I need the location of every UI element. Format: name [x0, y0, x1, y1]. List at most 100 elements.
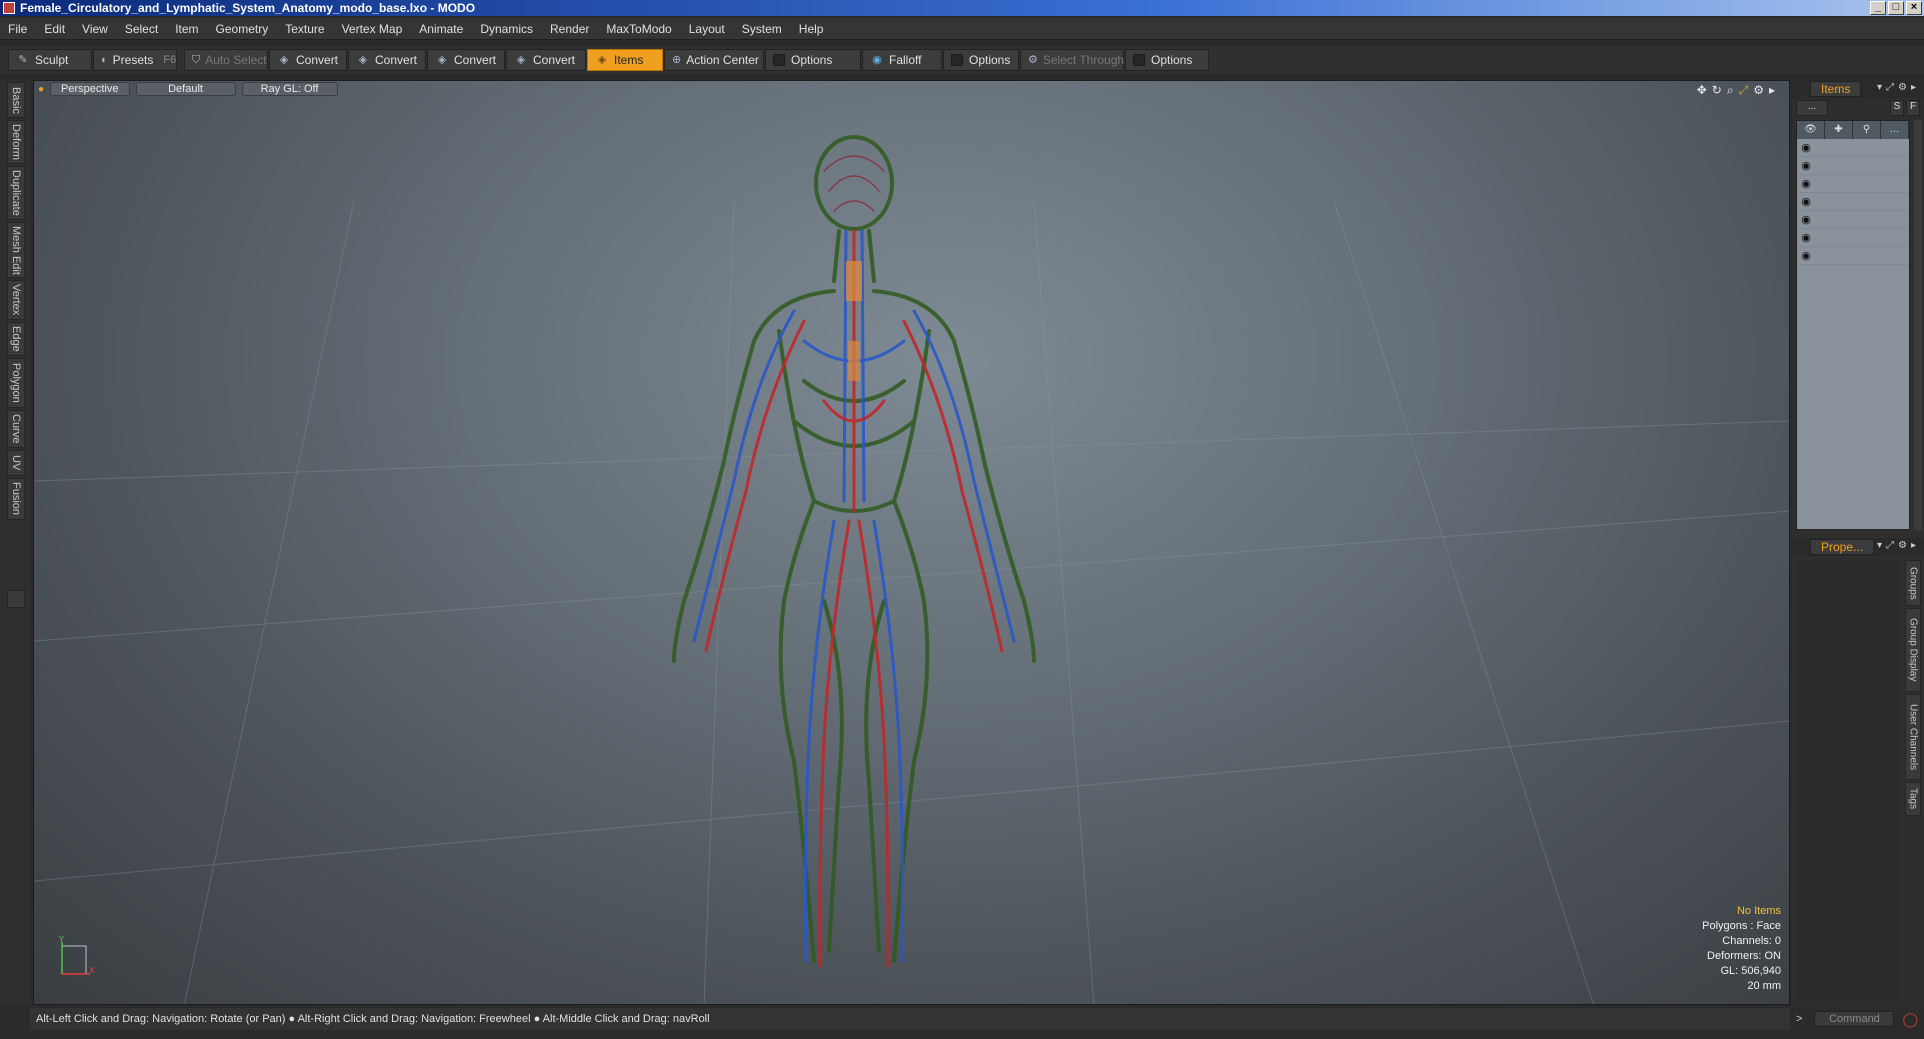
maximize-button[interactable]: □ [1888, 1, 1904, 15]
list-item[interactable]: ◉ [1797, 157, 1909, 175]
sculpt-button[interactable]: ✎ Sculpt [8, 49, 92, 71]
convert-edges-button[interactable]: ◈ Convert [348, 49, 426, 71]
tab-group-display[interactable]: Group Display [1905, 608, 1921, 692]
tab-basic[interactable]: Basic [7, 82, 25, 118]
convert-vertices-button[interactable]: ◈ Convert [269, 49, 347, 71]
minimize-button[interactable]: _ [1870, 1, 1886, 15]
tab-curve[interactable]: Curve [7, 410, 25, 448]
toolbox-toggle-button[interactable] [7, 590, 25, 608]
3d-viewport[interactable]: ● Perspective Default Ray GL: Off ✥ ↻ ⌕ … [33, 80, 1790, 1005]
tab-mesh-edit[interactable]: Mesh Edit [7, 222, 25, 278]
list-item[interactable]: ◉ [1797, 247, 1909, 265]
tab-user-channels[interactable]: User Channels [1905, 694, 1921, 780]
convert-polygons-button[interactable]: ◈ Convert [427, 49, 505, 71]
eye-icon[interactable]: ◉ [1797, 141, 1815, 154]
options-checkbox[interactable] [773, 54, 785, 66]
select-through-button[interactable]: ⚙ Select Through [1020, 49, 1124, 71]
filter-button[interactable]: F [1906, 100, 1920, 116]
list-item[interactable]: ◉ [1797, 175, 1909, 193]
tab-duplicate[interactable]: Duplicate [7, 166, 25, 220]
name-column-header[interactable]: … [1881, 121, 1909, 139]
menu-dynamics[interactable]: Dynamics [480, 22, 533, 36]
menu-animate[interactable]: Animate [419, 22, 463, 36]
menu-render[interactable]: Render [550, 22, 589, 36]
tab-polygon[interactable]: Polygon [7, 358, 25, 408]
panel-controls-icon[interactable]: ▾⤢⚙▸ [1877, 540, 1920, 551]
viewport-menu-icon[interactable]: ● [38, 84, 44, 95]
items-list[interactable]: 👁 ✚ ⚲ … ◉ ◉ ◉ ◉ ◉ ◉ ◉ [1796, 120, 1910, 530]
falloff-options-button[interactable]: Options [943, 49, 1019, 71]
tab-deform[interactable]: Deform [7, 120, 25, 164]
menu-system[interactable]: System [742, 22, 782, 36]
lock-column-icon[interactable]: ✚ [1825, 121, 1853, 139]
tab-items[interactable]: Items [1810, 81, 1862, 97]
select-through-icon: ⚙ [1028, 54, 1038, 66]
presets-button[interactable]: ◐ Presets F6 [93, 49, 177, 71]
action-center-options-button[interactable]: Options [765, 49, 861, 71]
items-list-header: 👁 ✚ ⚲ … [1797, 121, 1909, 139]
eye-icon[interactable]: ◉ [1797, 195, 1815, 208]
options-checkbox[interactable] [951, 54, 963, 66]
eye-icon[interactable]: ◉ [1797, 213, 1815, 226]
viewport-header: ● Perspective Default Ray GL: Off [34, 81, 338, 97]
rotate-icon[interactable]: ↻ [1712, 83, 1722, 98]
menu-view[interactable]: View [82, 22, 108, 36]
tab-properties[interactable]: Prope... [1810, 539, 1875, 555]
vertex-cube-icon: ◈ [279, 54, 289, 66]
tab-fusion[interactable]: Fusion [7, 478, 25, 520]
shading-dropdown[interactable]: Default [135, 82, 236, 96]
menu-edit[interactable]: Edit [44, 22, 65, 36]
menu-texture[interactable]: Texture [285, 22, 324, 36]
app-icon [3, 2, 15, 14]
eye-icon[interactable]: ◉ [1797, 249, 1815, 262]
settings-gear-icon[interactable]: ⚙ [1753, 83, 1764, 98]
items-scrollbar[interactable] [1914, 120, 1922, 530]
menu-vertex-map[interactable]: Vertex Map [342, 22, 403, 36]
tab-uv[interactable]: UV [7, 450, 25, 476]
menu-geometry[interactable]: Geometry [216, 22, 269, 36]
command-bar: > Command ◯ [1792, 1008, 1924, 1030]
list-item[interactable]: ◉ [1797, 211, 1909, 229]
pan-icon[interactable]: ✥ [1697, 83, 1707, 98]
list-item[interactable]: ◉ [1797, 193, 1909, 211]
anatomy-model[interactable] [34, 81, 1790, 1005]
fit-icon[interactable]: ⤢ [1739, 83, 1749, 98]
items-mode-button[interactable]: ◈ Items [587, 49, 663, 71]
eye-icon[interactable]: ◉ [1797, 231, 1815, 244]
window-title: Female_Circulatory_and_Lymphatic_System_… [20, 1, 476, 15]
view-type-dropdown[interactable]: Perspective [50, 82, 130, 96]
tab-tags[interactable]: Tags [1905, 782, 1921, 816]
menu-select[interactable]: Select [125, 22, 158, 36]
list-menu-dropdown[interactable]: ... [1796, 100, 1828, 116]
raygl-toggle[interactable]: Ray GL: Off [241, 82, 338, 96]
list-item[interactable]: ◉ [1797, 229, 1909, 247]
panel-controls-icon[interactable]: ▾⤢⚙▸ [1877, 82, 1920, 93]
tab-vertex[interactable]: Vertex [7, 280, 25, 320]
convert-materials-button[interactable]: ◈ Convert [506, 49, 586, 71]
options-checkbox[interactable] [1133, 54, 1145, 66]
solo-button[interactable]: S [1890, 100, 1904, 116]
action-center-button[interactable]: ⊕ Action Center [664, 49, 764, 71]
zoom-icon[interactable]: ⌕ [1727, 83, 1734, 98]
menu-help[interactable]: Help [799, 22, 824, 36]
select-through-options-button[interactable]: Options [1125, 49, 1209, 71]
expand-arrow-icon[interactable]: ▸ [1769, 83, 1775, 98]
auto-select-button[interactable]: ⛉ Auto Select [184, 49, 268, 71]
viewport-nav-icons: ✥ ↻ ⌕ ⤢ ⚙ ▸ [1697, 83, 1775, 98]
close-button[interactable]: × [1906, 1, 1922, 15]
falloff-button[interactable]: ◉ Falloff [862, 49, 942, 71]
eye-icon[interactable]: ◉ [1797, 159, 1815, 172]
visibility-column-icon[interactable]: 👁 [1797, 121, 1825, 139]
gl-polycount: GL: 506,940 [1720, 965, 1781, 977]
tab-edge[interactable]: Edge [7, 322, 25, 356]
menu-maxtomodo[interactable]: MaxToModo [606, 22, 671, 36]
menu-layout[interactable]: Layout [689, 22, 725, 36]
tab-groups[interactable]: Groups [1905, 560, 1921, 606]
menu-item[interactable]: Item [175, 22, 198, 36]
command-input[interactable]: Command [1814, 1011, 1895, 1027]
eye-icon[interactable]: ◉ [1797, 177, 1815, 190]
menu-file[interactable]: File [8, 22, 27, 36]
record-icon[interactable]: ◯ [1902, 1011, 1918, 1028]
type-column-icon[interactable]: ⚲ [1853, 121, 1881, 139]
list-item[interactable]: ◉ [1797, 139, 1909, 157]
